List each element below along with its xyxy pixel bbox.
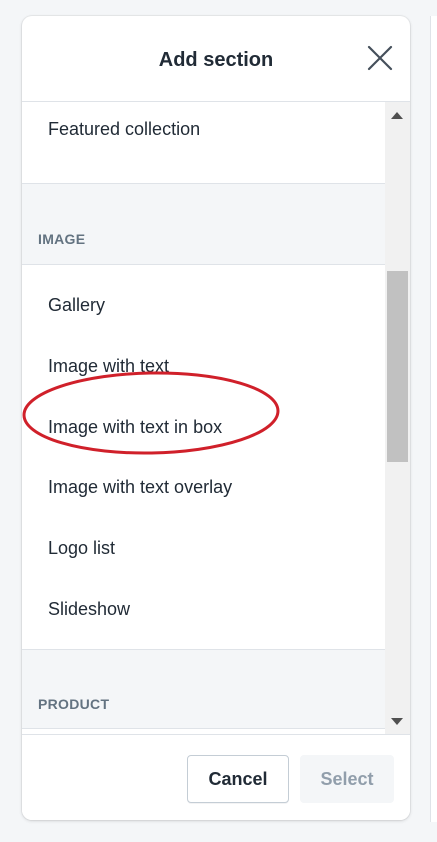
list-item-slideshow[interactable]: Slideshow bbox=[48, 598, 130, 620]
list-item-image-with-text-overlay[interactable]: Image with text overlay bbox=[48, 476, 232, 498]
scroll-down-arrow-icon[interactable] bbox=[391, 718, 403, 725]
close-button[interactable] bbox=[364, 42, 396, 74]
cancel-button[interactable]: Cancel bbox=[187, 755, 289, 803]
list-item-featured-collection[interactable]: Featured collection bbox=[48, 118, 200, 140]
list-item-image-with-text[interactable]: Image with text bbox=[48, 355, 169, 377]
dialog-title: Add section bbox=[158, 49, 274, 71]
scroll-up-arrow-icon[interactable] bbox=[391, 112, 403, 119]
background-panel-edge bbox=[430, 16, 437, 822]
list-item-image-with-text-in-box[interactable]: Image with text in box bbox=[48, 416, 222, 438]
dialog-header: Add section bbox=[22, 16, 410, 102]
add-section-dialog: Add section Featured collection IMAGE Ga… bbox=[22, 16, 410, 820]
scrollbar-thumb[interactable] bbox=[387, 271, 408, 462]
list-item-gallery[interactable]: Gallery bbox=[48, 294, 105, 316]
scrollbar[interactable] bbox=[385, 102, 410, 734]
group-label-image: IMAGE bbox=[38, 231, 86, 247]
list-item-logo-list[interactable]: Logo list bbox=[48, 537, 115, 559]
image-group: Gallery Image with text Image with text … bbox=[22, 264, 385, 650]
select-button[interactable]: Select bbox=[300, 755, 394, 803]
close-icon bbox=[367, 45, 393, 71]
dialog-footer: Cancel Select bbox=[22, 734, 410, 820]
section-list[interactable]: Featured collection IMAGE Gallery Image … bbox=[22, 102, 410, 734]
group-label-product: PRODUCT bbox=[38, 696, 110, 712]
featured-group: Featured collection bbox=[22, 102, 385, 184]
